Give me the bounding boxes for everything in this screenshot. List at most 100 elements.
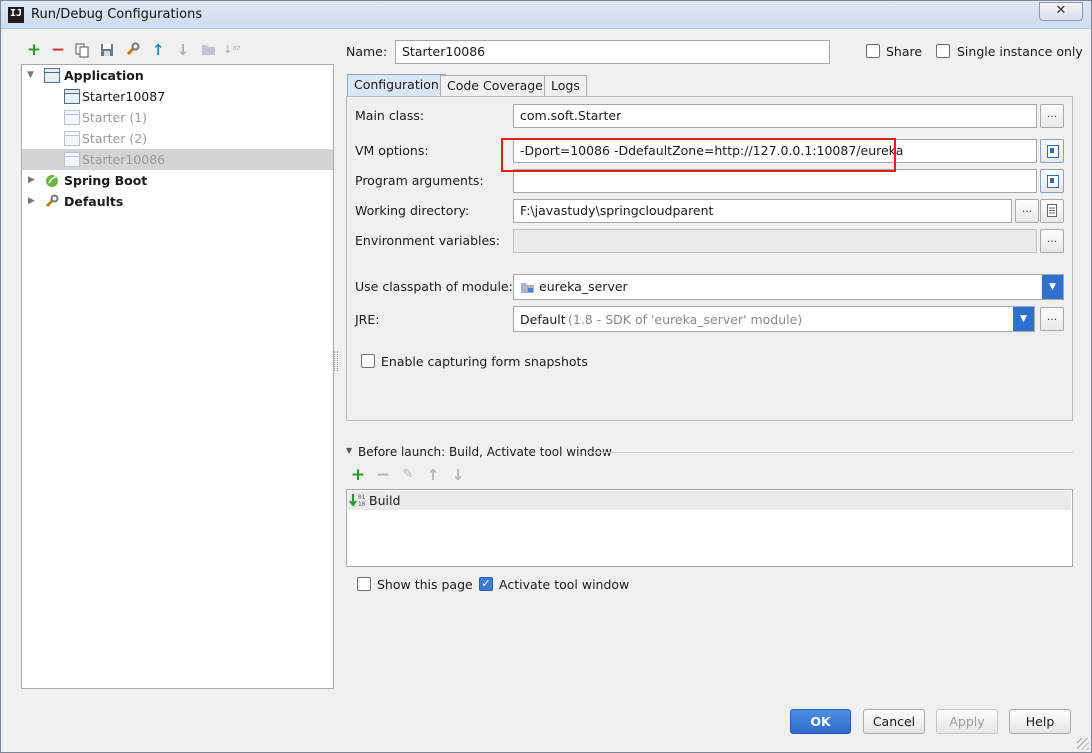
title-bar[interactable]: IJ Run/Debug Configurations ✕ (1, 1, 1091, 29)
before-launch-edit-button[interactable]: ✎ (399, 467, 417, 485)
application-icon (44, 68, 60, 83)
single-instance-checkbox[interactable] (936, 44, 950, 58)
working-directory-input[interactable]: F:\javastudy\springcloudparent (513, 199, 1012, 223)
before-launch-title[interactable]: Before launch: Build, Activate tool wind… (358, 445, 612, 459)
program-arguments-input[interactable] (513, 169, 1037, 193)
vm-options-label: VM options: (355, 143, 429, 158)
module-folder-icon (521, 283, 534, 293)
tree-label: Starter10086 (82, 152, 166, 167)
working-directory-macro-button[interactable] (1040, 199, 1064, 223)
config-icon (64, 110, 80, 125)
tree-item-spring-boot[interactable]: ▶ Spring Boot (22, 170, 333, 191)
before-launch-remove-button[interactable]: − (374, 467, 392, 485)
tree-item-starter-2[interactable]: Starter (2) (22, 128, 333, 149)
environment-variables-browse-button[interactable]: ... (1040, 229, 1064, 253)
move-up-button[interactable]: ↑ (149, 42, 167, 60)
classpath-module-select[interactable]: eureka_server ▼ (513, 274, 1064, 300)
expand-arrow-icon[interactable]: ▼ (27, 65, 34, 86)
before-launch-add-button[interactable]: + (349, 467, 367, 485)
tab-configuration[interactable]: Configuration (347, 74, 446, 96)
spring-boot-icon (46, 175, 58, 187)
classpath-module-value: eureka_server (539, 279, 628, 294)
environment-variables-input[interactable] (513, 229, 1037, 253)
program-arguments-expand-button[interactable] (1040, 169, 1064, 193)
close-button[interactable]: ✕ (1039, 2, 1083, 21)
name-input[interactable]: Starter10086 (395, 40, 830, 64)
wrench-icon (126, 42, 139, 56)
cancel-button[interactable]: Cancel (863, 709, 925, 734)
ok-button[interactable]: OK (790, 709, 851, 734)
resize-grip[interactable] (1077, 738, 1089, 750)
working-directory-browse-button[interactable]: ... (1015, 199, 1039, 223)
remove-configuration-button[interactable]: − (49, 42, 67, 60)
list-item[interactable]: 01 10 Build (348, 491, 1071, 510)
environment-variables-label: Environment variables: (355, 233, 500, 248)
configuration-tree[interactable]: ▼ Application Starter10087 Starter (1) S… (21, 64, 334, 689)
tab-logs[interactable]: Logs (544, 75, 587, 97)
enable-snapshots-checkbox[interactable] (361, 354, 375, 368)
copy-icon (75, 43, 89, 58)
folder-button[interactable] (199, 43, 217, 61)
vm-options-expand-button[interactable] (1040, 139, 1064, 163)
run-debug-dialog: IJ Run/Debug Configurations ✕ + − ↑ ↓ ↓ᵃ… (0, 0, 1092, 753)
intellij-logo-icon: IJ (8, 7, 24, 23)
folder-icon (201, 45, 215, 55)
jre-select[interactable]: Default (1.8 - SDK of 'eureka_server' mo… (513, 306, 1035, 332)
main-class-input[interactable]: com.soft.Starter (513, 104, 1037, 128)
chevron-down-icon[interactable]: ▼ (1042, 275, 1063, 299)
tree-label: Spring Boot (64, 173, 148, 188)
enable-snapshots-label: Enable capturing form snapshots (381, 354, 588, 369)
program-arguments-label: Program arguments: (355, 173, 484, 188)
jre-label: JRE: (355, 312, 380, 327)
share-checkbox[interactable] (866, 44, 880, 58)
sort-button[interactable]: ↓ᵃᶻ (223, 42, 241, 60)
show-page-checkbox[interactable] (357, 577, 371, 591)
apply-button[interactable]: Apply (936, 709, 998, 734)
tree-label: Application (64, 68, 144, 83)
wrench-icon (45, 194, 59, 208)
collapse-arrow-icon[interactable]: ▶ (28, 170, 35, 191)
add-configuration-button[interactable]: + (25, 42, 43, 60)
tree-label: Starter10087 (82, 89, 166, 104)
tree-item-starter-1[interactable]: Starter (1) (22, 107, 333, 128)
svg-text:01: 01 (358, 494, 365, 501)
window-title: Run/Debug Configurations (31, 7, 203, 22)
config-icon (64, 131, 80, 146)
save-icon (101, 44, 113, 56)
activate-tool-window-label: Activate tool window (499, 577, 630, 592)
name-label: Name: (346, 44, 388, 59)
help-button[interactable]: Help (1009, 709, 1071, 734)
copy-configuration-button[interactable] (73, 43, 91, 61)
move-down-button[interactable]: ↓ (174, 42, 192, 60)
jre-detail: (1.8 - SDK of 'eureka_server' module) (568, 312, 803, 327)
show-page-label: Show this page (377, 577, 473, 592)
svg-text:10: 10 (358, 501, 365, 508)
tree-label: Starter (2) (82, 131, 148, 146)
jre-value: Default (520, 312, 566, 327)
tree-item-application[interactable]: ▼ Application (22, 65, 333, 86)
config-icon (64, 152, 80, 167)
share-label: Share (886, 44, 923, 59)
before-launch-move-up-button[interactable]: ↑ (424, 467, 442, 485)
build-label: Build (369, 493, 401, 508)
build-icon: 0110 (349, 494, 365, 508)
collapse-arrow-icon[interactable]: ▶ (28, 191, 35, 212)
main-class-browse-button[interactable]: ... (1040, 104, 1064, 128)
tree-item-defaults[interactable]: ▶ Defaults (22, 191, 333, 212)
edit-defaults-button[interactable] (123, 42, 141, 60)
classpath-module-label: Use classpath of module: (355, 279, 513, 294)
before-launch-list[interactable]: 01 10 Build (346, 489, 1073, 567)
splitter-handle[interactable] (334, 351, 338, 371)
single-instance-label: Single instance only (957, 44, 1083, 59)
before-launch-separator (587, 452, 1073, 453)
tree-label: Defaults (64, 194, 124, 209)
jre-browse-button[interactable]: ... (1040, 307, 1064, 331)
tree-item-starter10086[interactable]: Starter10086 (22, 149, 333, 170)
before-launch-move-down-button[interactable]: ↓ (449, 467, 467, 485)
activate-tool-window-checkbox[interactable]: ✓ (479, 577, 493, 591)
save-configuration-button[interactable] (98, 43, 116, 61)
tree-item-starter10087[interactable]: Starter10087 (22, 86, 333, 107)
chevron-down-icon[interactable]: ▼ (1013, 307, 1034, 331)
before-launch-toggle-icon[interactable]: ▼ (346, 446, 352, 455)
tab-code-coverage[interactable]: Code Coverage (440, 75, 550, 97)
